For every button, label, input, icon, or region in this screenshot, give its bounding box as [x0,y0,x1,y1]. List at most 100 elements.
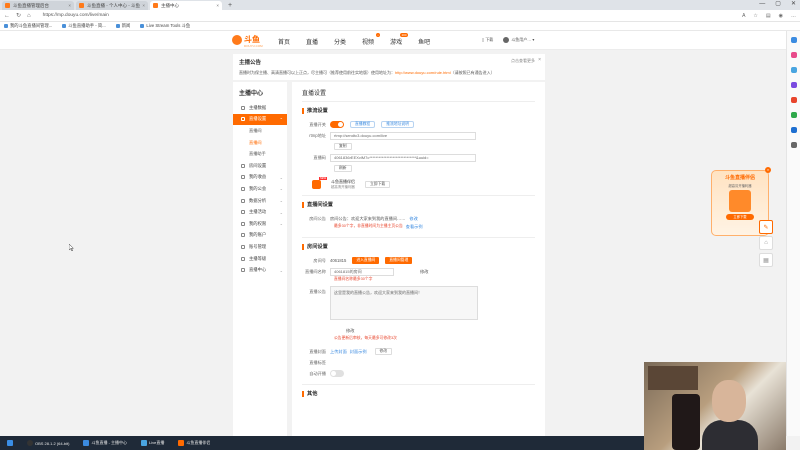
upload-cover-link[interactable]: 上传封面 [330,349,347,355]
bookmark-item[interactable]: 斗鱼直播助手 - 简... [62,23,106,29]
live-notice-textarea[interactable]: 这里是我的直播公告，欢迎大家来到我的直播间！ [330,286,478,320]
close-icon[interactable]: × [68,3,71,8]
browser-tab[interactable]: 斗鱼直播管理后台 × [2,1,74,10]
room-name-field[interactable]: 4061815的房间 [330,267,394,276]
home-icon[interactable]: ⌂ [27,13,31,19]
sidebar-subitem[interactable]: 直播间 [233,125,287,137]
close-icon[interactable]: × [142,3,145,8]
room-manage-button[interactable]: 直播间管理 [385,257,413,264]
push-address-help-button[interactable]: 推流地址说明 [381,121,414,128]
rtmp-address-field[interactable]: rtmp://sendtc3.douyu.com/live [330,131,476,140]
browser-actions: A ☆ ▤ ◉ … [742,13,796,19]
nav-category[interactable]: 分类 [334,37,346,46]
cover-example-link[interactable]: 封面示例 [350,349,367,355]
sidebar-title: 主播中心 [239,91,264,97]
divider [302,384,535,385]
enter-room-button[interactable]: 进入直播间 [352,257,380,264]
sidebar-item[interactable]: 我的权限 ⌄ [233,218,287,230]
menu-item-icon [241,268,245,273]
url-field[interactable]: https://mp.douyu.com/live/main [43,13,109,18]
ad-download-button[interactable]: 立即下载 [726,214,754,220]
nav-video[interactable]: 视频 • [362,33,381,46]
sidebar-subitem[interactable]: 直播助手 [233,148,287,160]
sidebar-item[interactable]: 主播数据 [233,102,287,114]
close-icon[interactable]: × [538,57,541,63]
example-link[interactable]: 查看示例 [406,224,423,230]
close-window-icon[interactable]: ✕ [791,0,796,9]
sidebar-item[interactable]: 账号管理 [233,241,287,253]
start-button[interactable] [4,438,16,449]
douyu-logo[interactable]: 斗鱼 DOUYU.COM [232,34,263,48]
taskbar-item[interactable]: 斗鱼直播 - 主播中心 [80,438,130,449]
nav-home[interactable]: 首页 [278,37,290,46]
section-title-push: 推流设置 [302,108,535,114]
profile-icon[interactable]: ◉ [779,13,783,19]
sidebar-item[interactable]: 主播活动 ⌄ [233,206,287,218]
maximize-icon[interactable]: ▢ [775,0,781,9]
sidebar-item[interactable]: 主播等级 [233,253,287,265]
edit-cover-button[interactable]: 修改 [374,348,393,355]
close-icon[interactable]: × [216,3,219,8]
feedback-icon[interactable]: ✎ [759,220,773,234]
shopping-icon[interactable] [790,52,797,58]
reader-icon[interactable]: A [742,13,745,19]
home-float-icon[interactable]: ⌂ [759,236,773,250]
view-more-link[interactable]: 点击查看更多 [511,58,535,64]
taskbar-item[interactable]: 斗鱼直播伴侣 [175,438,213,449]
announcement-link[interactable]: http://www.douyu.com/rule.html [395,70,451,75]
menu-item-icon [241,186,245,191]
browser-tab-active[interactable]: 主播中心 × [150,1,222,10]
bookmark-item[interactable]: Live Stream Tools 斗鱼 [140,23,190,29]
nav-games[interactable]: 游戏 200 [390,33,409,46]
search-icon[interactable] [790,37,797,43]
auto-live-toggle[interactable] [330,370,344,377]
copy-rtmp-button[interactable]: 复制 [334,143,352,150]
user-menu[interactable]: 斗鱼用户… ▾ [503,37,534,43]
download-link[interactable]: ▯ 下载 [482,37,493,43]
favorite-star-icon[interactable]: ☆ [753,13,757,19]
room-id-row: 房间号 4061815 进入直播间 直播间管理 [302,256,535,265]
nav-badge: 200 [400,33,409,37]
sidebar-item[interactable]: 我的收益 ⌄ [233,172,287,184]
add-icon[interactable] [790,142,797,148]
live-toggle[interactable] [330,121,344,128]
bookmark-item[interactable]: 我的斗鱼直播间管理... [4,23,52,29]
nav-yuba[interactable]: 鱼吧 [418,37,430,46]
room-id-value: 4061815 [330,258,347,263]
sidebar-item[interactable]: 房间设置 [233,160,287,172]
outlook-icon[interactable] [790,112,797,118]
refresh-key-button[interactable]: 刷新 [334,165,352,172]
stream-key-field[interactable]: 4061836rEEXvlM7c************************… [330,153,476,162]
bookmark-item[interactable]: 新闻 [115,23,130,29]
edit-room-name-button[interactable]: 修改 [420,269,428,275]
edit-live-notice-button[interactable]: 修改 [346,328,354,334]
refresh-icon[interactable]: ↻ [16,12,21,19]
edit-room-notice-link[interactable]: 修改 [409,216,417,222]
browser-tab[interactable]: 斗鱼直播 - 个人中心 - 斗鱼 × [76,1,148,10]
office-icon[interactable] [790,97,797,103]
sidebar-item[interactable]: 直播中心 ⌄ [233,264,287,276]
download-tool-button[interactable]: 立即下载 [365,180,391,188]
more-icon[interactable]: … [791,13,796,19]
sidebar-item[interactable]: 直播设置 ⌃ [233,113,287,126]
sidebar-item[interactable]: 我的公会 ⌄ [233,183,287,195]
live-tutorial-button[interactable]: 直播教程 [350,121,376,128]
taskbar-item[interactable]: Live直播 [138,438,167,449]
sidebar-subitem[interactable]: 直播间 [233,137,287,149]
sidebar-item[interactable]: 我的账户 [233,230,287,242]
nav-live[interactable]: 直播 [306,37,318,46]
games-icon[interactable] [790,82,797,88]
qrcode-icon[interactable]: ▦ [759,253,773,267]
minimize-icon[interactable]: — [759,0,765,9]
tools-icon[interactable] [790,67,797,73]
bookmark-icon [62,24,67,28]
collections-icon[interactable]: ▤ [766,13,771,19]
back-icon[interactable]: ← [4,13,10,19]
send-icon[interactable] [790,127,797,133]
menu-item-icon [241,244,245,249]
new-tab-button[interactable]: + [224,1,236,10]
taskbar-item[interactable]: OBS 28.1.2 (64-bit) [24,438,72,449]
menu-item-icon [241,233,245,238]
sidebar-item[interactable]: 数据分析 ⌄ [233,195,287,207]
close-icon[interactable]: × [765,167,771,173]
